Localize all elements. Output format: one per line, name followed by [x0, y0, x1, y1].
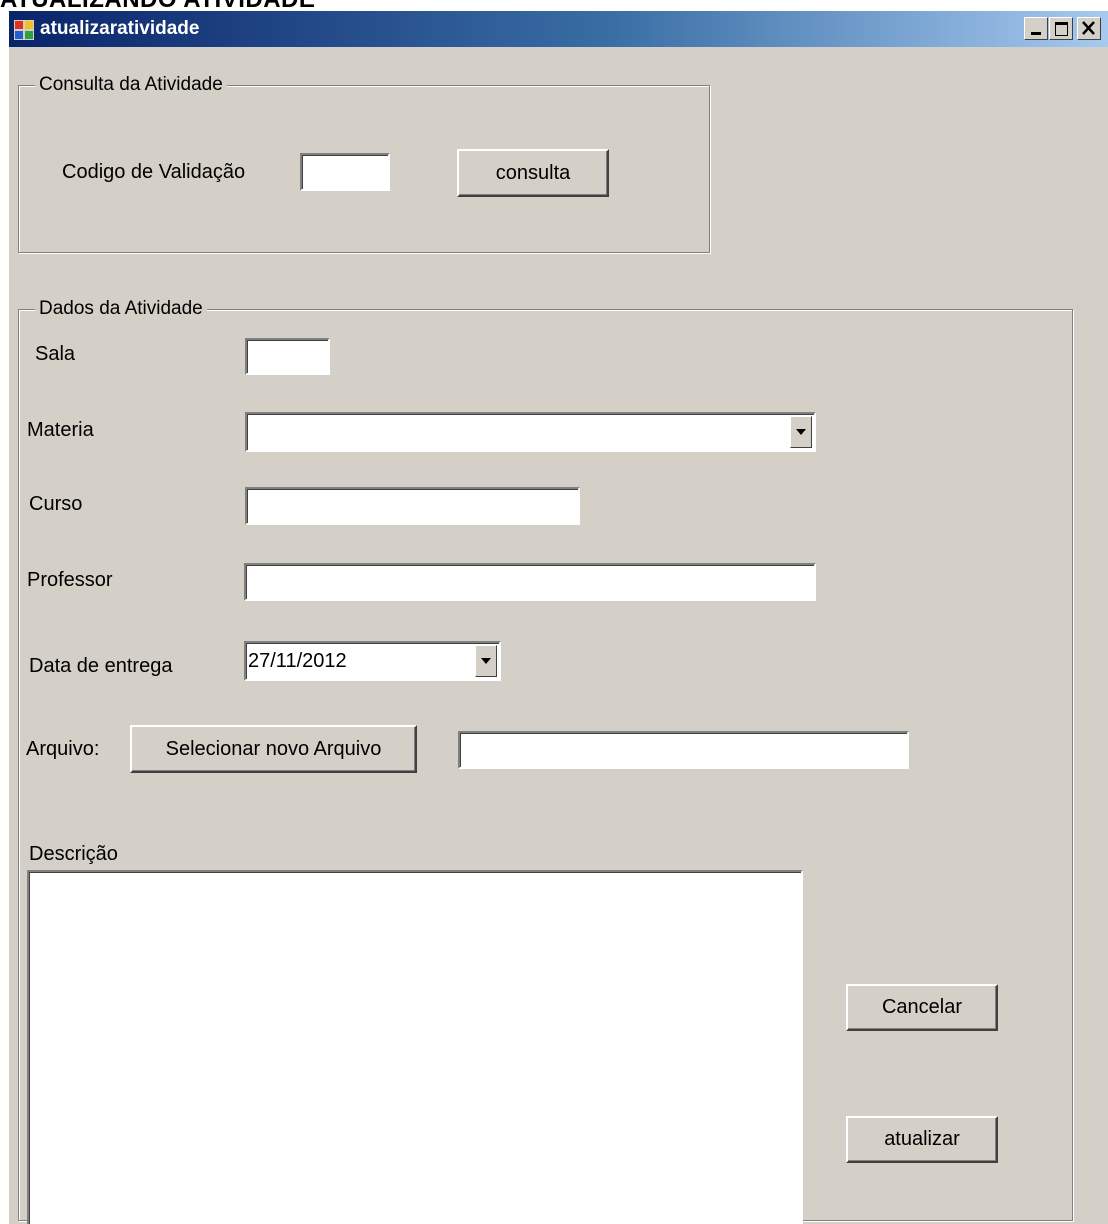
app-icon [14, 20, 34, 40]
close-button[interactable] [1077, 17, 1101, 40]
minimize-button[interactable] [1024, 17, 1048, 40]
selecionar-arquivo-button[interactable]: Selecionar novo Arquivo [130, 725, 417, 773]
descricao-label: Descrição [29, 843, 118, 865]
materia-dropdown-button[interactable] [790, 416, 812, 448]
chevron-down-icon [796, 429, 806, 435]
data-entrega-value: 27/11/2012 [248, 650, 347, 672]
consulta-button[interactable]: consulta [457, 149, 609, 197]
close-icon [1082, 21, 1095, 35]
arquivo-path-input[interactable] [458, 731, 909, 769]
professor-label: Professor [27, 569, 113, 591]
title-bar[interactable]: atualizaratividade [9, 11, 1108, 47]
codigo-validacao-label: Codigo de Validação [62, 161, 246, 183]
data-entrega-dropdown-button[interactable] [475, 645, 497, 677]
arquivo-label: Arquivo: [26, 738, 100, 760]
sala-label: Sala [35, 343, 76, 365]
cancelar-button[interactable]: Cancelar [846, 984, 998, 1031]
data-entrega-picker[interactable]: 27/11/2012 [244, 641, 501, 681]
curso-label: Curso [29, 493, 83, 515]
curso-input[interactable] [245, 487, 580, 525]
dados-group-title: Dados da Atividade [35, 298, 207, 320]
sala-input[interactable] [245, 338, 330, 375]
app-window: atualizaratividade Consulta da Atividade… [8, 11, 1108, 1224]
consulta-group-title: Consulta da Atividade [35, 74, 227, 96]
materia-label: Materia [27, 419, 94, 441]
window-title: atualizaratividade [40, 18, 200, 39]
maximize-button[interactable] [1049, 17, 1073, 40]
professor-input[interactable] [244, 563, 816, 601]
chevron-down-icon [481, 658, 491, 664]
data-entrega-label: Data de entrega [29, 655, 173, 677]
atualizar-button[interactable]: atualizar [846, 1116, 998, 1163]
descricao-textarea[interactable] [27, 870, 803, 1224]
codigo-validacao-input[interactable] [300, 153, 390, 191]
materia-select[interactable] [245, 412, 816, 452]
minimize-icon [1031, 32, 1041, 35]
maximize-icon [1055, 22, 1068, 36]
